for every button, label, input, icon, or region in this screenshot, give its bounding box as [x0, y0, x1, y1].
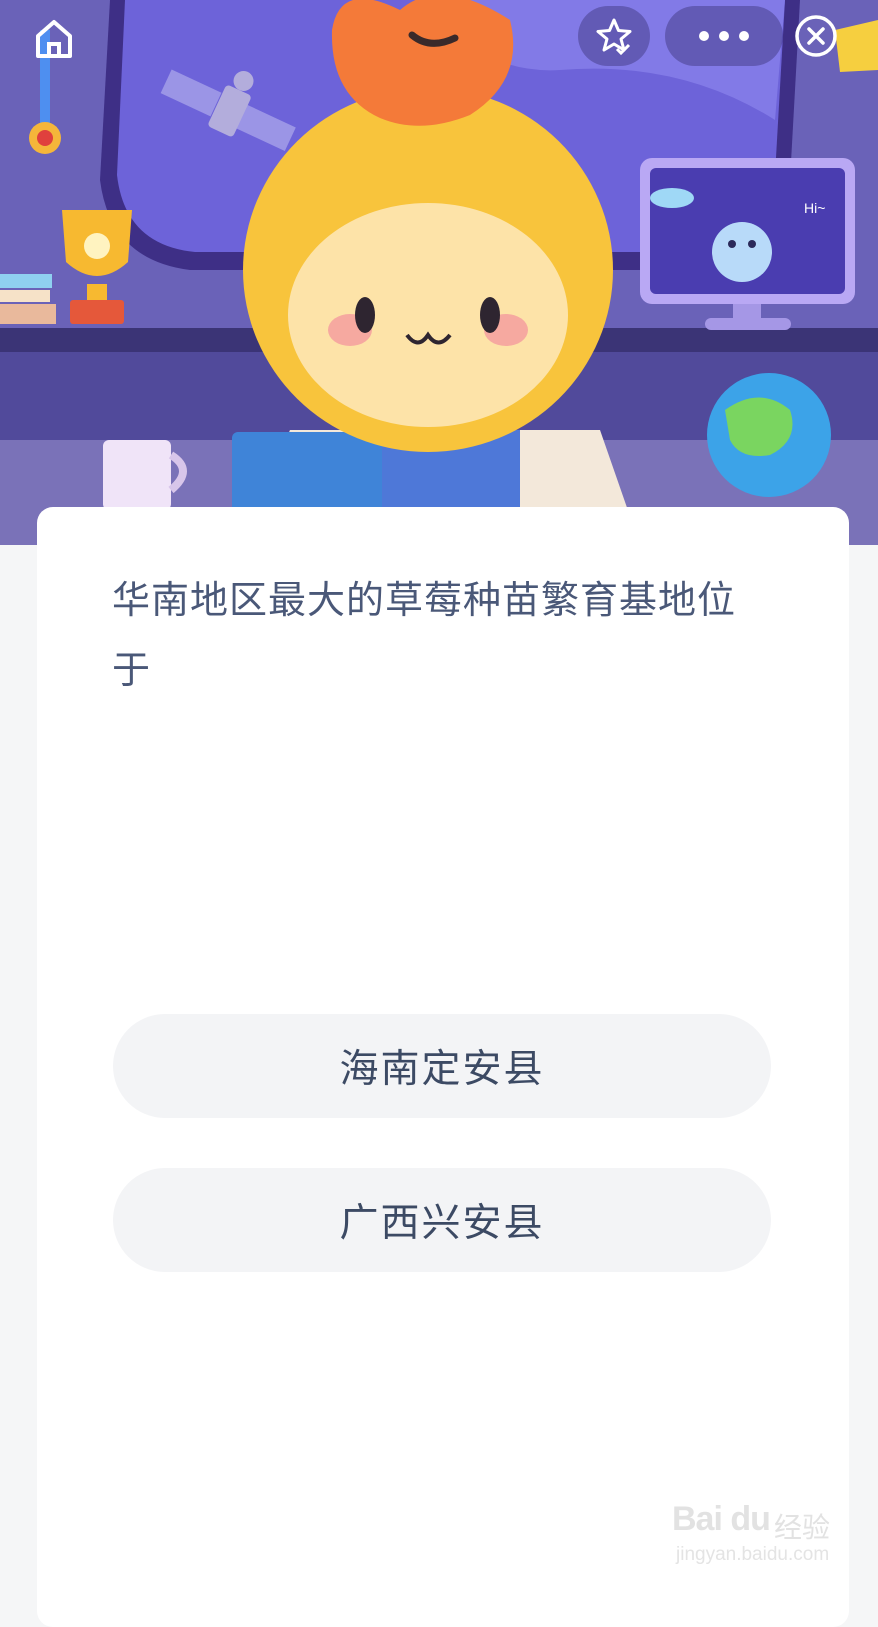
- question-text: 华南地区最大的草莓种苗繁育基地位于: [112, 578, 737, 692]
- watermark-cn: 经验: [774, 1512, 831, 1543]
- baidu-jingyan-watermark: Bai du 经验 jingyan.baidu.com: [670, 1500, 840, 1580]
- star-check-icon: [596, 18, 632, 56]
- trophy-graphic: [62, 210, 132, 324]
- watermark-logo: Bai du: [672, 1500, 771, 1538]
- more-dots-icon: [699, 31, 749, 41]
- close-circle-icon: [795, 15, 837, 57]
- close-button[interactable]: [784, 6, 848, 66]
- answer-option-2[interactable]: 广西兴安县: [113, 1168, 771, 1272]
- watermark-url: jingyan.baidu.com: [676, 1544, 830, 1565]
- more-button[interactable]: [665, 6, 783, 66]
- home-button[interactable]: [30, 14, 78, 62]
- monitor-bubble-text: Hi~: [804, 200, 825, 216]
- answer-option-1[interactable]: 海南定安县: [113, 1014, 771, 1118]
- hero-illustration: Hi~: [0, 0, 878, 545]
- favorite-button[interactable]: [578, 6, 650, 66]
- home-icon: [36, 20, 72, 58]
